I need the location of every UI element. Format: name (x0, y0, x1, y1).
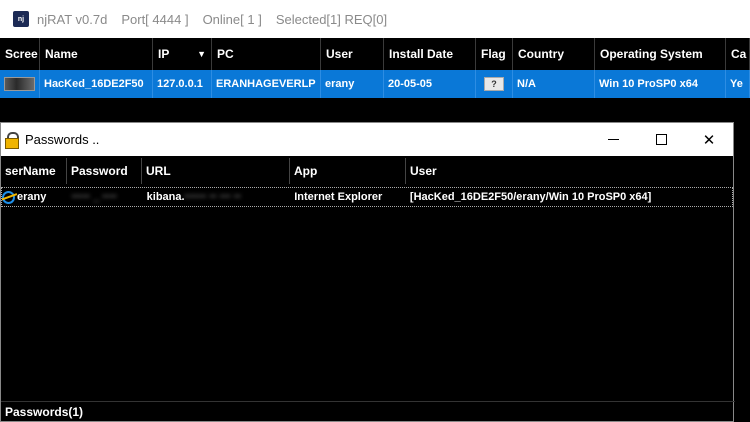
close-icon: ✕ (702, 131, 716, 149)
col-operating-system[interactable]: Operating System (595, 38, 726, 70)
col-name[interactable]: Name (40, 38, 153, 70)
screen-thumbnail (4, 77, 35, 91)
col-screen[interactable]: Scree (0, 38, 40, 70)
client-os: Win 10 ProSP0 x64 (595, 70, 726, 98)
client-name: HacKed_16DE2F50 (40, 70, 153, 98)
col-app[interactable]: App (290, 158, 406, 184)
njrat-app-icon: nj (13, 11, 29, 27)
client-install-date: 20-05-05 (384, 70, 476, 98)
online-status: Online[ 1 ] (202, 11, 262, 27)
client-ca: Ye (726, 70, 750, 98)
pw-url: kibana. (146, 191, 185, 203)
col-password[interactable]: Password (67, 158, 142, 184)
window-controls: ✕ (589, 123, 733, 156)
passwords-window: Passwords .. ✕ serName Password URL App … (0, 122, 735, 422)
col-ip[interactable]: IP ▼ (153, 38, 212, 70)
col-country[interactable]: Country (513, 38, 595, 70)
pw-username: erany (17, 191, 47, 203)
col-url[interactable]: URL (142, 158, 290, 184)
passwords-title: Passwords .. (25, 132, 100, 147)
minimize-icon (607, 139, 619, 140)
selected-status: Selected[1] REQ[0] (275, 11, 388, 27)
maximize-icon (655, 134, 667, 145)
app-version: njRAT v0.7d (37, 11, 108, 27)
password-row[interactable]: erany ····· _ ···· kibana. ······ ·· ···… (1, 187, 733, 207)
client-user: erany (321, 70, 384, 98)
client-flag-cell: ? (476, 70, 513, 98)
col-pw-user[interactable]: User (406, 158, 733, 184)
pw-url-redacted: ······ ·· ··· ·· (184, 191, 242, 203)
client-country: N/A (513, 70, 595, 98)
maximize-button[interactable] (637, 123, 685, 156)
clients-table-header: Scree Name IP ▼ PC User Install Date Fla… (0, 38, 750, 70)
pw-app: Internet Explorer (294, 191, 383, 203)
passwords-table-header: serName Password URL App User (1, 158, 733, 184)
col-user[interactable]: User (321, 38, 384, 70)
col-flag[interactable]: Flag (476, 38, 513, 70)
sort-down-icon: ▼ (197, 48, 206, 59)
client-pc: ERANHAGEVERLP (212, 70, 321, 98)
pw-password: ····· _ ···· (71, 191, 118, 203)
col-ca[interactable]: Ca (726, 38, 750, 70)
client-row[interactable]: HacKed_16DE2F50 127.0.0.1 ERANHAGEVERLP … (0, 70, 750, 98)
lock-icon (5, 131, 19, 149)
passwords-title-bar[interactable]: Passwords .. ✕ (1, 123, 733, 156)
flag-icon: ? (484, 77, 504, 91)
pw-password-cell: ····· _ ···· (68, 188, 143, 206)
pw-user: [HacKed_16DE2F50/erany/Win 10 ProSP0 x64… (409, 191, 652, 203)
pw-username-cell: erany (2, 188, 68, 206)
close-button[interactable]: ✕ (685, 123, 733, 156)
col-username[interactable]: serName (1, 158, 67, 184)
minimize-button[interactable] (589, 123, 637, 156)
client-ip: 127.0.0.1 (153, 70, 212, 98)
clients-table: Scree Name IP ▼ PC User Install Date Fla… (0, 38, 750, 98)
col-install-date[interactable]: Install Date (384, 38, 476, 70)
port-status: Port[ 4444 ] (121, 11, 189, 27)
internet-explorer-icon (2, 190, 15, 204)
col-pc[interactable]: PC (212, 38, 321, 70)
screen-thumbnail-cell (0, 70, 40, 98)
main-title-bar: nj njRAT v0.7d Port[ 4444 ] Online[ 1 ] … (0, 0, 750, 38)
passwords-status-bar: Passwords(1) (1, 401, 735, 421)
pw-url-cell: kibana. ······ ·· ··· ·· (143, 188, 291, 206)
col-ip-label: IP (158, 46, 170, 61)
